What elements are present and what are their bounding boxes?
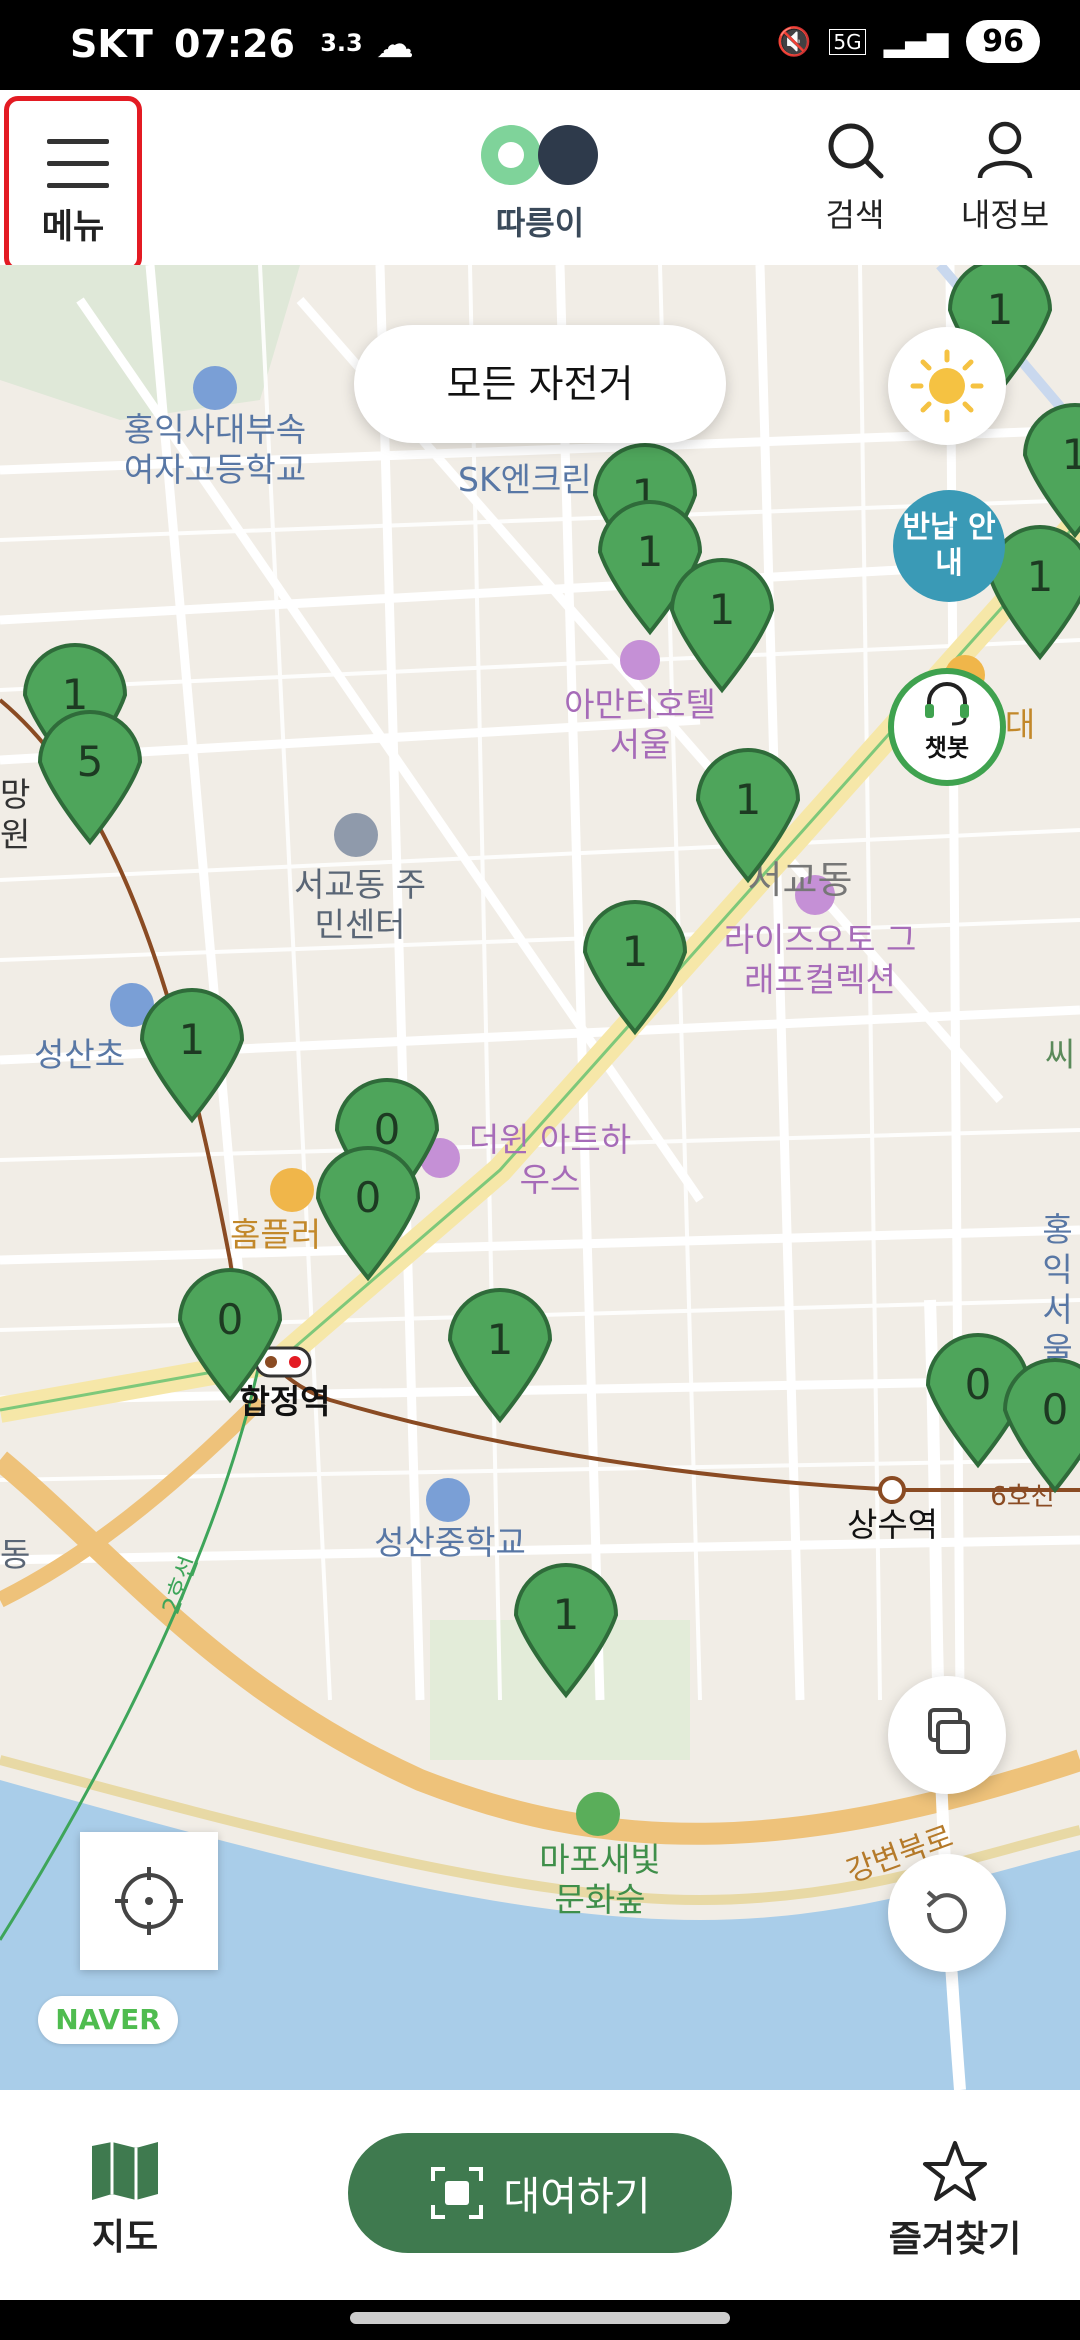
cloud-icon: ☁: [375, 22, 414, 66]
all-bikes-filter-button[interactable]: 모든 자전거: [354, 325, 726, 443]
tab-map[interactable]: 지도: [70, 2140, 180, 2260]
hamburger-icon: [47, 139, 109, 205]
qr-scan-icon: [431, 2167, 484, 2219]
mute-icon: 🔇: [776, 25, 812, 58]
crosshair-icon: [115, 1867, 183, 1935]
refresh-icon: [926, 1890, 967, 1934]
bike-count-label: 1: [735, 775, 762, 824]
tab-favorites[interactable]: 즐겨찾기: [880, 2140, 1030, 2262]
return-guide-button[interactable]: 반납 안내: [893, 490, 1005, 602]
chatbot-label: 챗봇: [924, 734, 970, 762]
tab-map-label: 지도: [91, 2217, 159, 2258]
battery-level: 96: [966, 20, 1040, 63]
bike-count-label: 5: [77, 737, 104, 786]
star-icon: [923, 2141, 987, 2201]
bike-station-marker[interactable]: 0: [1002, 1358, 1080, 1494]
user-icon: [977, 121, 1033, 179]
bike-count-label: 0: [355, 1173, 382, 1222]
network-type: 5G: [829, 28, 866, 55]
bike-station-marker[interactable]: 0: [315, 1146, 421, 1282]
bike-count-label: 1: [709, 585, 736, 634]
bottom-navigation: 지도 대여하기 즐겨찾기: [0, 2090, 1080, 2300]
rent-button[interactable]: 대여하기: [348, 2133, 732, 2253]
menu-label: 메뉴: [41, 207, 105, 247]
bike-count-label: 0: [374, 1105, 401, 1154]
tab-favorites-label: 즐겨찾기: [888, 2219, 1022, 2260]
bike-count-label: 1: [487, 1315, 514, 1364]
refresh-button[interactable]: [888, 1854, 1006, 1972]
bike-station-marker[interactable]: 5: [37, 710, 143, 846]
bike-count-label: 0: [217, 1295, 244, 1344]
app-name: 따릉이: [495, 204, 585, 242]
app-header: 메뉴 따릉이 검색 내정보: [0, 90, 1080, 272]
current-location-button[interactable]: [80, 1832, 218, 1970]
status-bar: SKT 07:26 3.3 ☁ 🔇 5G ▂▄▆ 96: [0, 0, 1080, 90]
map-layers-button[interactable]: [888, 1676, 1006, 1794]
map-view[interactable]: 홍익사대부속 여자고등학교 SK엔크린 아만티호텔 서울 서교동 주민센터 서교…: [0, 265, 1080, 2090]
bike-count-label: 1: [1062, 430, 1080, 479]
bike-station-marker[interactable]: 1: [447, 1288, 553, 1424]
headset-icon: [925, 682, 969, 726]
network-speed: 3.3: [320, 29, 363, 57]
search-button[interactable]: 검색: [800, 120, 910, 236]
bike-station-marker[interactable]: 1: [513, 1563, 619, 1699]
menu-button[interactable]: 메뉴: [4, 96, 142, 272]
bike-station-marker[interactable]: 1: [1022, 403, 1080, 539]
bike-count-label: 0: [1042, 1385, 1069, 1434]
bike-station-marker[interactable]: 0: [177, 1268, 283, 1404]
naver-logo: NAVER: [38, 1996, 178, 2044]
bike-station-marker[interactable]: 1: [695, 748, 801, 884]
bike-count-label: 1: [1027, 552, 1054, 601]
rent-label: 대여하기: [503, 2174, 651, 2220]
bike-count-label: 1: [622, 927, 649, 976]
bike-count-label: 0: [965, 1360, 992, 1409]
bike-count-label: 1: [179, 1015, 206, 1064]
sun-icon: [910, 349, 984, 423]
clock: 07:26: [173, 22, 295, 66]
search-icon: [828, 123, 884, 179]
profile-button[interactable]: 내정보: [950, 120, 1060, 236]
bike-station-marker[interactable]: 1: [669, 558, 775, 694]
layers-icon: [928, 1708, 970, 1754]
day-mode-button[interactable]: [888, 327, 1006, 445]
carrier-name: SKT: [70, 22, 153, 66]
app-logo: [481, 125, 598, 185]
bike-count-label: 1: [637, 527, 664, 576]
bike-station-marker[interactable]: 1: [582, 900, 688, 1036]
home-indicator[interactable]: [350, 2312, 730, 2324]
search-label: 검색: [825, 196, 885, 234]
bike-count-label: 1: [553, 1590, 580, 1639]
signal-icon: ▂▄▆: [883, 25, 949, 58]
map-icon: [92, 2142, 158, 2200]
profile-label: 내정보: [960, 196, 1050, 234]
system-nav-bar: [0, 2300, 1080, 2340]
chatbot-button[interactable]: 챗봇: [888, 668, 1006, 786]
bike-station-marker[interactable]: 1: [139, 988, 245, 1124]
